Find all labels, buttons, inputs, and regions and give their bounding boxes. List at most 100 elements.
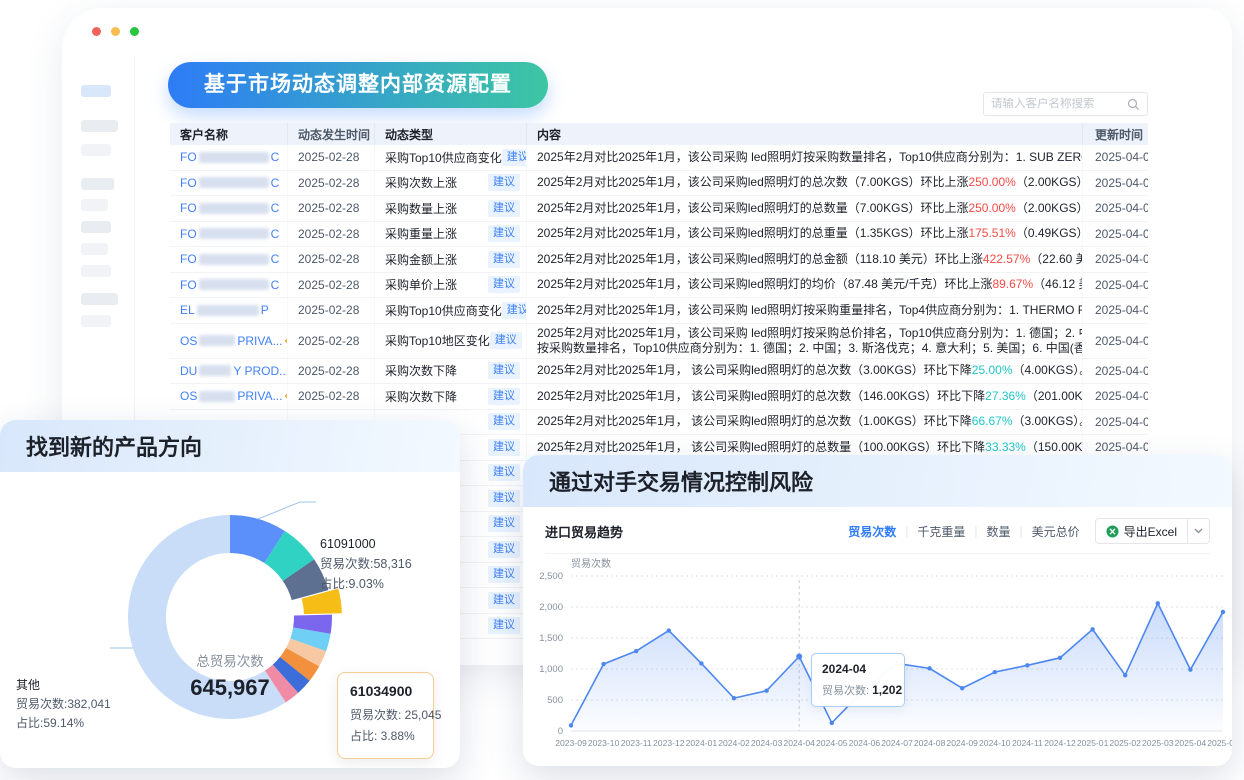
sidebar-item-placeholder[interactable] (81, 221, 111, 233)
customer-name-link[interactable]: FO (180, 227, 197, 241)
data-point[interactable] (1221, 610, 1225, 614)
data-point[interactable] (1025, 663, 1029, 667)
customer-name-link[interactable]: OS (180, 389, 197, 403)
suggestion-badge[interactable]: 建议 (488, 174, 520, 191)
export-dropdown-toggle[interactable] (1187, 519, 1209, 543)
data-point[interactable] (993, 670, 997, 674)
customer-name-link[interactable]: C (271, 227, 280, 241)
sidebar-item-placeholder[interactable] (81, 265, 111, 277)
sidebar-item-placeholder[interactable] (81, 120, 118, 132)
event-date-cell: 2025-02-28 (288, 324, 375, 358)
suggestion-badge[interactable]: 建议 (502, 149, 527, 166)
data-point[interactable] (601, 662, 605, 666)
sidebar-item-placeholder[interactable] (81, 293, 118, 305)
x-tick-label: 2024-06 (849, 738, 881, 748)
data-point[interactable] (699, 661, 703, 665)
customer-name-link[interactable]: EL (180, 303, 195, 317)
update-time-cell: 2025-04-01 (1083, 171, 1148, 196)
suggestion-badge[interactable]: 建议 (488, 200, 520, 217)
data-point[interactable] (927, 666, 931, 670)
customer-name-link[interactable]: FO (180, 150, 197, 164)
window-minimize-button[interactable] (111, 27, 120, 36)
customer-name-link[interactable]: P (261, 303, 269, 317)
suggestion-badge[interactable]: 建议 (488, 388, 520, 405)
data-point[interactable] (634, 649, 638, 653)
redacted-name-blur (199, 365, 231, 376)
update-time-cell: 2025-04-01 (1083, 410, 1148, 435)
customer-name-link[interactable]: FO (180, 278, 197, 292)
data-point[interactable] (1090, 627, 1094, 631)
customer-name-link[interactable]: C (271, 201, 280, 215)
data-point[interactable] (764, 689, 768, 693)
customer-search-box[interactable] (983, 92, 1148, 116)
customer-name-link[interactable]: C (271, 150, 280, 164)
content-cell: 2025年2月对比2025年1月，该公司采购 led照明灯按采购重量排名，Top… (527, 298, 1083, 323)
export-excel-button[interactable]: 导出Excel (1095, 518, 1210, 544)
suggestion-badge[interactable]: 建议 (488, 566, 520, 583)
data-point[interactable] (796, 653, 802, 659)
content-cell: 2025年2月对比2025年1月， 该公司采购led照明灯的总次数（3.00KG… (527, 359, 1083, 384)
event-date-cell: 2025-02-28 (288, 298, 375, 323)
suggestion-badge[interactable]: 建议 (488, 541, 520, 558)
suggestion-badge[interactable]: 建议 (490, 332, 522, 349)
customer-name-link[interactable]: C (271, 252, 280, 266)
suggestion-badge[interactable]: 建议 (488, 439, 520, 456)
donut-annotation-61091000: 61091000 贸易次数:58,316 占比:9.03% (320, 534, 412, 594)
customer-name-link[interactable]: Y PROD... (233, 364, 288, 378)
suggestion-badge[interactable]: 建议 (488, 464, 520, 481)
data-point[interactable] (1058, 656, 1062, 660)
window-close-button[interactable] (92, 27, 101, 36)
customer-name-link[interactable]: FO (180, 176, 197, 190)
sidebar-item-placeholder[interactable] (81, 85, 111, 97)
customer-name-link[interactable]: PRIVA... (237, 389, 282, 403)
customer-name-link[interactable]: FO (180, 201, 197, 215)
suggestion-badge[interactable]: 建议 (488, 515, 520, 532)
data-point[interactable] (830, 721, 834, 725)
sidebar-item-placeholder[interactable] (81, 315, 111, 327)
sidebar-item-placeholder[interactable] (81, 178, 114, 190)
tab-trade-count[interactable]: 贸易次数 (848, 523, 896, 540)
suggestion-badge[interactable]: 建议 (488, 490, 520, 507)
suggestion-badge[interactable]: 建议 (488, 413, 520, 430)
donut-annotation-other: 其他 贸易次数:382,041 占比:59.14% (16, 676, 111, 733)
update-time-cell: 2025-04-01 (1083, 298, 1148, 323)
col-header-content: 内容 (527, 123, 1083, 145)
sidebar-item-placeholder[interactable] (81, 243, 108, 255)
x-tick-label: 2023-12 (653, 738, 685, 748)
customer-name-cell: DU Y PROD... (170, 359, 288, 384)
sidebar-item-placeholder[interactable] (81, 144, 111, 156)
data-point[interactable] (732, 696, 736, 700)
tab-quantity[interactable]: 数量 (986, 523, 1010, 540)
sidebar-item-placeholder[interactable] (81, 199, 108, 211)
customer-name-link[interactable]: C (271, 176, 280, 190)
customer-name-link[interactable]: C (271, 278, 280, 292)
customer-name-link[interactable]: FO (180, 252, 197, 266)
data-point[interactable] (1123, 673, 1127, 677)
suggestion-badge[interactable]: 建议 (488, 225, 520, 242)
col-header-date: 动态发生时间 (288, 123, 375, 145)
suggestion-badge[interactable]: 建议 (488, 276, 520, 293)
tab-kg-weight[interactable]: 千克重量 (917, 523, 965, 540)
data-point[interactable] (569, 723, 573, 727)
y-tick-label: 2,000 (539, 602, 563, 613)
suggestion-badge[interactable]: 建议 (488, 251, 520, 268)
data-point[interactable] (667, 628, 671, 632)
customer-name-link[interactable]: DU (180, 364, 197, 378)
data-point[interactable] (960, 686, 964, 690)
suggestion-badge[interactable]: 建议 (488, 592, 520, 609)
window-maximize-button[interactable] (130, 27, 139, 36)
customer-name-link[interactable]: PRIVA... (237, 334, 282, 348)
redacted-name-blur (199, 228, 269, 239)
data-point[interactable] (1188, 667, 1192, 671)
search-input[interactable] (991, 98, 1127, 110)
customer-name-link[interactable]: OS (180, 334, 197, 348)
event-type-cell: 采购重量上涨建议 (375, 222, 527, 247)
col-header-customer: 客户名称 (170, 123, 288, 145)
suggestion-badge[interactable]: 建议 (502, 302, 527, 319)
suggestion-badge[interactable]: 建议 (488, 617, 520, 634)
redacted-name-blur (199, 391, 235, 402)
suggestion-badge[interactable]: 建议 (488, 362, 520, 379)
tab-usd-total[interactable]: 美元总价 (1032, 523, 1080, 540)
content-cell: 2025年2月对比2025年1月，该公司采购 led照明灯按采购数量排名，Top… (527, 145, 1083, 170)
data-point[interactable] (1156, 601, 1160, 605)
